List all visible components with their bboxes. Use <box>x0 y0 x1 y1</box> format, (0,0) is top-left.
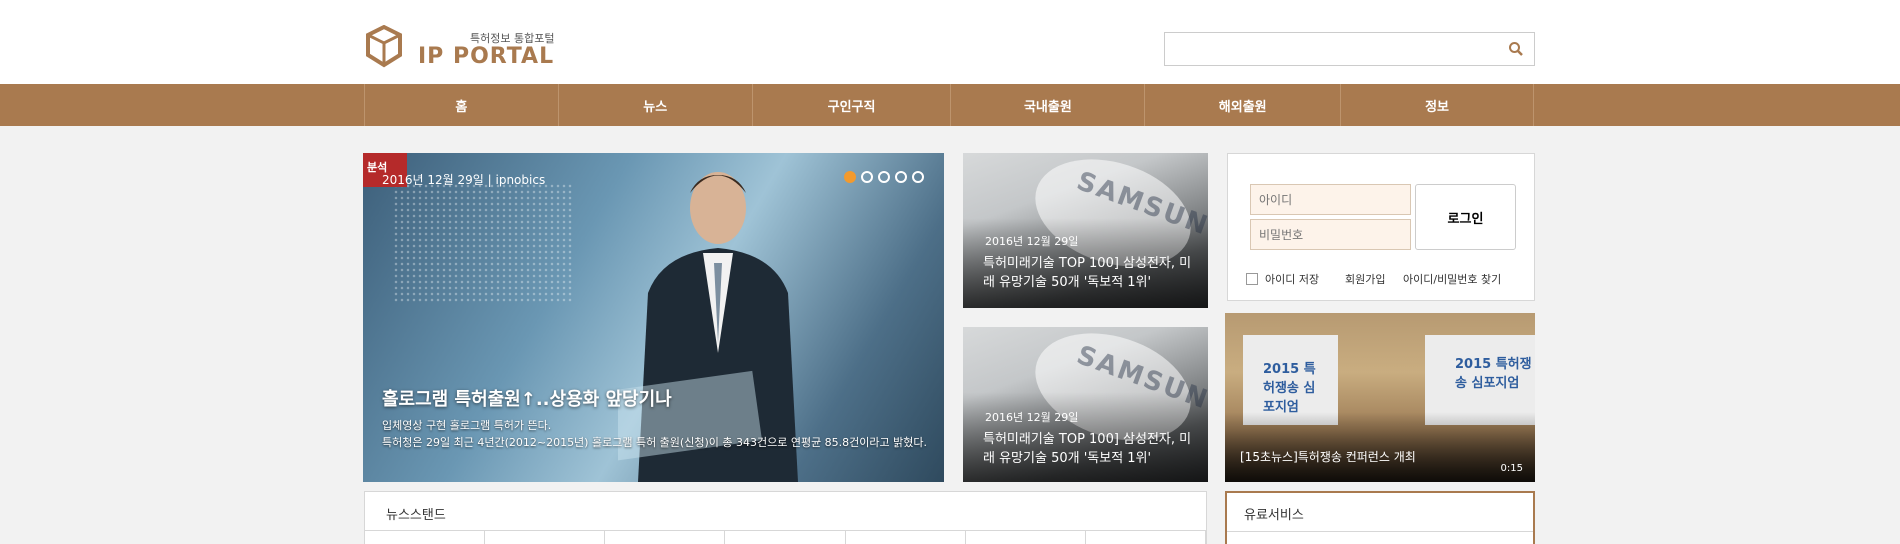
nav-item-jobs[interactable]: 구인구직 <box>753 84 952 126</box>
search-input[interactable] <box>1165 33 1485 65</box>
search-icon[interactable] <box>1508 41 1524 57</box>
nav-item-info[interactable]: 정보 <box>1341 84 1534 126</box>
find-account-link[interactable]: 아이디/비밀번호 찾기 <box>1403 271 1501 287</box>
newsstand-cell[interactable] <box>485 531 606 544</box>
news-card-date: 2016년 12월 29일 <box>985 235 1079 248</box>
nav-item-domestic[interactable]: 국내출원 <box>951 84 1146 126</box>
screen-text-right: 2015 특허쟁송 심포지엄 <box>1455 357 1532 391</box>
newsstand-grid <box>365 530 1206 544</box>
remember-id-label: 아이디 저장 <box>1265 273 1320 286</box>
newsstand-title: 뉴스스탠드 <box>386 508 446 523</box>
hero-slider[interactable]: 분석 2016년 12월 29일 | ipnobics 홀로그램 특허출원↑..… <box>363 153 944 482</box>
newsstand-cell[interactable] <box>846 531 966 544</box>
news-card-2[interactable]: SAMSUNG 2016년 12월 29일 특허미래기술 TOP 100] 삼성… <box>963 327 1208 482</box>
signup-link[interactable]: 회원가입 <box>1345 271 1385 287</box>
slider-dot-4[interactable] <box>895 171 907 183</box>
newsstand-cell[interactable] <box>365 531 486 544</box>
news-card-date: 2016년 12월 29일 <box>985 411 1079 424</box>
slider-dot-5[interactable] <box>912 171 924 183</box>
paid-service-panel: 유료서비스 <box>1225 491 1535 544</box>
nav-item-overseas[interactable]: 해외출원 <box>1145 84 1342 126</box>
news-card-title: 특허미래기술 TOP 100] 삼성전자, 미래 유망기술 50개 '독보적 1… <box>983 256 1192 290</box>
hero-summary: 입체영상 구현 홀로그램 특허가 뜬다. 특허청은 29일 최근 4년간(201… <box>382 417 942 451</box>
video-title: [15초뉴스]특허쟁송 컨퍼런스 개최 <box>1240 450 1416 464</box>
id-input[interactable] <box>1250 184 1411 215</box>
nav-item-news[interactable]: 뉴스 <box>559 84 753 126</box>
hero-title[interactable]: 홀로그램 특허출원↑..상용화 앞당기나 <box>382 385 672 411</box>
newsstand-cell[interactable] <box>966 531 1086 544</box>
login-button[interactable]: 로그인 <box>1415 184 1516 250</box>
newsstand-cell[interactable] <box>605 531 726 544</box>
slider-dots <box>844 171 924 183</box>
news-card-title: 특허미래기술 TOP 100] 삼성전자, 미래 유망기술 50개 '독보적 1… <box>983 432 1192 466</box>
slider-dot-2[interactable] <box>861 171 873 183</box>
hero-summary-line-1: 입체영상 구현 홀로그램 특허가 뜬다. <box>382 419 552 432</box>
remember-id-checkbox[interactable]: 아이디 저장 <box>1246 271 1319 287</box>
paid-service-title: 유료서비스 <box>1244 508 1304 523</box>
password-input[interactable] <box>1250 219 1411 250</box>
nav-item-home[interactable]: 홈 <box>365 84 559 126</box>
logo-text[interactable]: IP PORTAL <box>418 44 554 69</box>
video-duration: 0:15 <box>1500 463 1523 474</box>
nav-bar: 홈 뉴스 구인구직 국내출원 해외출원 정보 <box>364 84 1534 126</box>
newsstand-cell[interactable] <box>725 531 846 544</box>
checkbox-icon <box>1246 273 1258 285</box>
login-box: 로그인 아이디 저장 회원가입 아이디/비밀번호 찾기 <box>1227 153 1535 301</box>
newsstand-panel: 뉴스스탠드 <box>364 491 1207 544</box>
world-map-graphic <box>393 183 573 303</box>
screen-text-left: 2015 특허쟁송 심포지엄 <box>1263 362 1316 415</box>
video-thumbnail[interactable]: 2015 특허쟁송 심포지엄 2015 특허쟁송 심포지엄 [15초뉴스]특허쟁… <box>1225 313 1535 482</box>
slider-dot-3[interactable] <box>878 171 890 183</box>
hero-summary-line-2: 특허청은 29일 최근 4년간(2012~2015년) 홀로그램 특허 출원(신… <box>382 436 928 449</box>
header: 특허정보 통합포털 IP PORTAL <box>0 0 1900 84</box>
hero-date: 2016년 12월 29일 | ipnobics <box>382 173 546 187</box>
search-box <box>1164 32 1535 66</box>
main-nav: 홈 뉴스 구인구직 국내출원 해외출원 정보 <box>0 84 1900 126</box>
newsstand-cell[interactable] <box>1086 531 1206 544</box>
slider-dot-1[interactable] <box>844 171 856 183</box>
news-card-1[interactable]: SAMSUNG 2016년 12월 29일 특허미래기술 TOP 100] 삼성… <box>963 153 1208 308</box>
divider <box>1227 531 1533 532</box>
